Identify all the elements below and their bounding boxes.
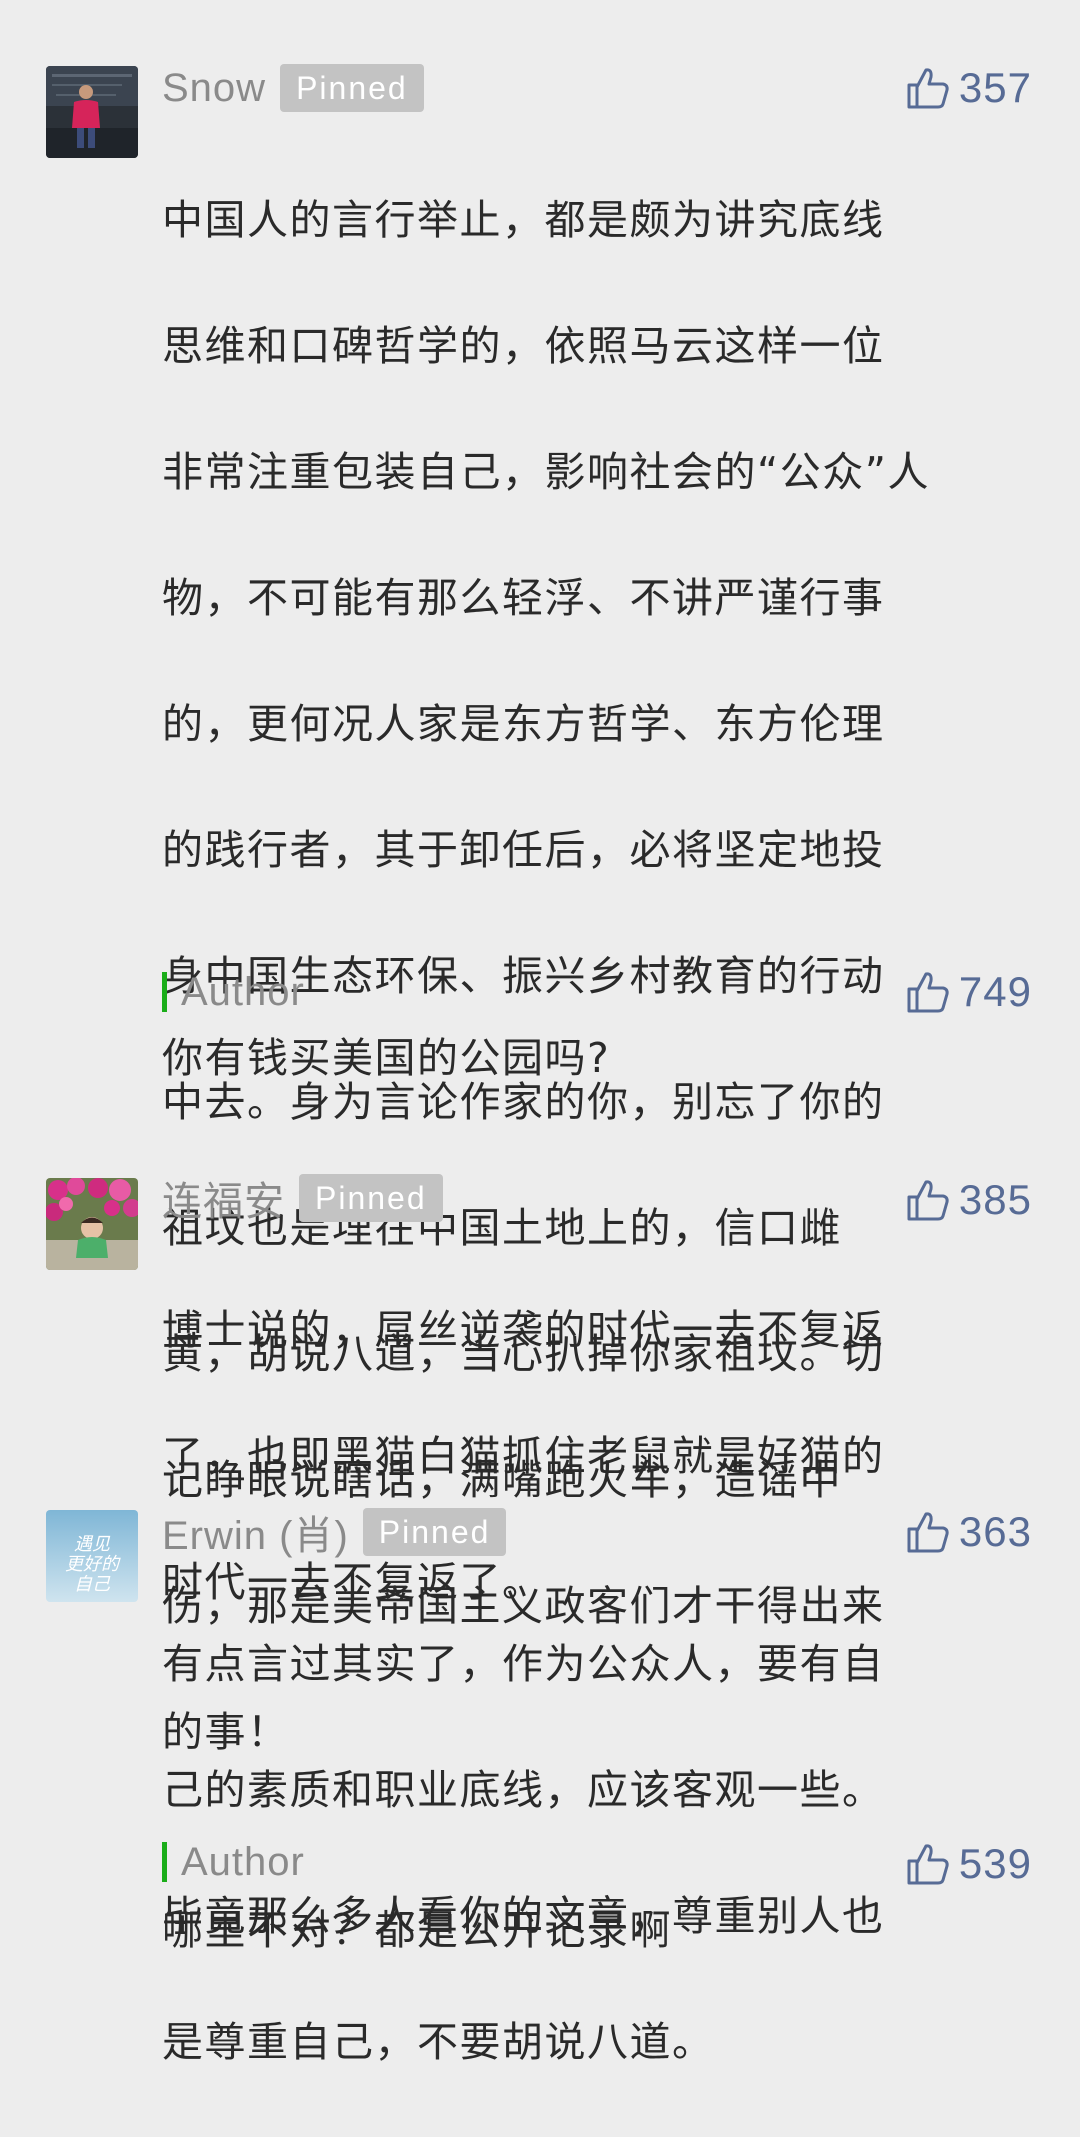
flowers-child-photo-avatar — [46, 1178, 138, 1270]
comment-text-line: 是尊重自己，不要胡说八道。 — [162, 2018, 715, 2066]
thumbs-up-icon — [905, 1841, 951, 1887]
reply-like-count: 749 — [958, 968, 1032, 1015]
avatar[interactable] — [46, 66, 138, 158]
comment-text-line: 物，不可能有那么轻浮、不讲严谨行事 — [162, 574, 885, 622]
pinned-badge: Pinned — [280, 64, 424, 112]
pinned-badge: Pinned — [299, 1174, 443, 1222]
svg-text:更好的: 更好的 — [65, 1554, 121, 1575]
person-photo-avatar — [46, 66, 138, 158]
calligraphy-avatar: 遇见 更好的 自己 — [46, 1510, 138, 1602]
svg-text:自己: 自己 — [74, 1574, 111, 1595]
pinned-badge: Pinned — [362, 1508, 507, 1556]
comment-author-name[interactable]: Snow — [162, 66, 266, 111]
like-button[interactable]: 363 — [905, 1506, 1032, 1558]
comment-text-line: 非常注重包装自己，影响社会的“公众”人 — [162, 448, 930, 496]
comment-text-line: 的践行者，其于卸任后，必将坚定地投 — [162, 826, 885, 874]
comment-text-line: 中国人的言行举止，都是颇为讲究底线 — [162, 196, 885, 244]
reply-like-button[interactable]: 749 — [905, 966, 1032, 1018]
reply-text: 你有钱买美国的公园吗? — [162, 1034, 611, 1082]
author-reply-header: Author — [162, 968, 305, 1016]
like-button[interactable]: 385 — [905, 1174, 1032, 1226]
author-reply-header: Author — [162, 1838, 305, 1886]
comment-text-line: 的，更何况人家是东方哲学、东方伦理 — [162, 700, 885, 748]
thumbs-up-icon — [905, 969, 951, 1015]
comment-text-line: 了，也即黑猫白猫抓住老鼠就是好猫的 — [162, 1432, 885, 1480]
thumbs-up-icon — [905, 1177, 951, 1223]
like-count: 363 — [958, 1508, 1032, 1555]
comment-text-line: 博士说的，屌丝逆袭的时代一去不复返 — [162, 1306, 885, 1354]
reply-like-button[interactable]: 539 — [905, 1838, 1032, 1890]
reply-indicator-bar — [162, 1842, 167, 1882]
like-button[interactable]: 357 — [905, 62, 1032, 114]
comment-header: Erwin (肖) Pinned — [162, 1503, 507, 1561]
comment-header: 连福安 Pinned — [162, 1172, 443, 1224]
like-count: 357 — [958, 64, 1032, 111]
reply-text: 哪里不对？都是公开记录啊 — [162, 1906, 672, 1954]
comment-text-line: 己的素质和职业底线，应该客观一些。 — [162, 1766, 885, 1814]
reply-like-count: 539 — [958, 1840, 1032, 1887]
comment-text-line: 有点言过其实了，作为公众人，要有自 — [162, 1640, 885, 1688]
avatar[interactable] — [46, 1178, 138, 1270]
reply-author-name: Author — [181, 969, 305, 1014]
like-count: 385 — [958, 1176, 1032, 1223]
comment-author-name[interactable]: 连福安 — [162, 1169, 285, 1227]
svg-text:遇见: 遇见 — [74, 1534, 111, 1555]
reply-indicator-bar — [162, 972, 167, 1012]
thumbs-up-icon — [905, 1509, 951, 1555]
comment-header: Snow Pinned — [162, 62, 424, 114]
avatar[interactable]: 遇见 更好的 自己 — [46, 1510, 138, 1602]
comment-author-name[interactable]: Erwin (肖) — [162, 1503, 349, 1561]
comment-list: Snow Pinned 357 中国人的言行举止，都是颇为讲究底线 思维和口碑哲… — [0, 0, 1080, 2066]
comment-text-line: 思维和口碑哲学的，依照马云这样一位 — [162, 322, 885, 370]
reply-author-name: Author — [181, 1839, 305, 1884]
thumbs-up-icon — [905, 65, 951, 111]
